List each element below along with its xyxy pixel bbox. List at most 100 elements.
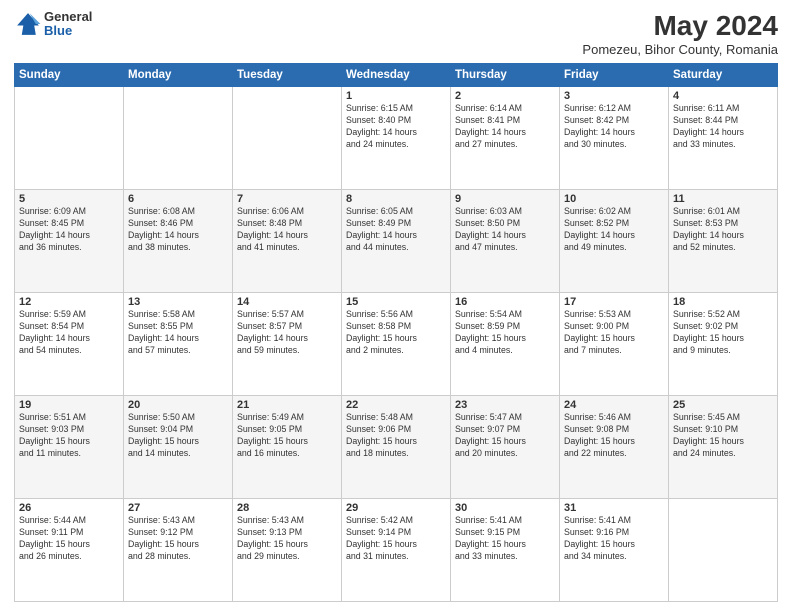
col-header-friday: Friday xyxy=(560,64,669,87)
day-cell: 1Sunrise: 6:15 AM Sunset: 8:40 PM Daylig… xyxy=(342,87,451,190)
day-cell: 4Sunrise: 6:11 AM Sunset: 8:44 PM Daylig… xyxy=(669,87,778,190)
day-info: Sunrise: 5:51 AM Sunset: 9:03 PM Dayligh… xyxy=(19,412,119,460)
day-cell: 5Sunrise: 6:09 AM Sunset: 8:45 PM Daylig… xyxy=(15,190,124,293)
day-info: Sunrise: 5:42 AM Sunset: 9:14 PM Dayligh… xyxy=(346,515,446,563)
logo-general: General xyxy=(44,10,92,24)
day-cell: 25Sunrise: 5:45 AM Sunset: 9:10 PM Dayli… xyxy=(669,396,778,499)
day-number: 3 xyxy=(564,90,664,102)
week-row-3: 12Sunrise: 5:59 AM Sunset: 8:54 PM Dayli… xyxy=(15,293,778,396)
day-number: 25 xyxy=(673,399,773,411)
week-row-4: 19Sunrise: 5:51 AM Sunset: 9:03 PM Dayli… xyxy=(15,396,778,499)
day-number: 15 xyxy=(346,296,446,308)
day-number: 23 xyxy=(455,399,555,411)
day-info: Sunrise: 6:12 AM Sunset: 8:42 PM Dayligh… xyxy=(564,103,664,151)
week-row-2: 5Sunrise: 6:09 AM Sunset: 8:45 PM Daylig… xyxy=(15,190,778,293)
day-info: Sunrise: 5:44 AM Sunset: 9:11 PM Dayligh… xyxy=(19,515,119,563)
week-row-5: 26Sunrise: 5:44 AM Sunset: 9:11 PM Dayli… xyxy=(15,499,778,602)
day-number: 20 xyxy=(128,399,228,411)
day-info: Sunrise: 5:45 AM Sunset: 9:10 PM Dayligh… xyxy=(673,412,773,460)
day-cell: 22Sunrise: 5:48 AM Sunset: 9:06 PM Dayli… xyxy=(342,396,451,499)
day-cell: 3Sunrise: 6:12 AM Sunset: 8:42 PM Daylig… xyxy=(560,87,669,190)
day-number: 13 xyxy=(128,296,228,308)
day-number: 12 xyxy=(19,296,119,308)
title-block: May 2024 Pomezeu, Bihor County, Romania xyxy=(582,10,778,57)
day-info: Sunrise: 5:48 AM Sunset: 9:06 PM Dayligh… xyxy=(346,412,446,460)
day-number: 8 xyxy=(346,193,446,205)
day-cell: 18Sunrise: 5:52 AM Sunset: 9:02 PM Dayli… xyxy=(669,293,778,396)
day-number: 24 xyxy=(564,399,664,411)
day-number: 26 xyxy=(19,502,119,514)
day-cell: 10Sunrise: 6:02 AM Sunset: 8:52 PM Dayli… xyxy=(560,190,669,293)
week-row-1: 1Sunrise: 6:15 AM Sunset: 8:40 PM Daylig… xyxy=(15,87,778,190)
day-number: 11 xyxy=(673,193,773,205)
day-number: 14 xyxy=(237,296,337,308)
logo-blue: Blue xyxy=(44,24,92,38)
col-header-monday: Monday xyxy=(124,64,233,87)
day-cell: 2Sunrise: 6:14 AM Sunset: 8:41 PM Daylig… xyxy=(451,87,560,190)
day-cell: 23Sunrise: 5:47 AM Sunset: 9:07 PM Dayli… xyxy=(451,396,560,499)
day-cell: 17Sunrise: 5:53 AM Sunset: 9:00 PM Dayli… xyxy=(560,293,669,396)
day-info: Sunrise: 6:06 AM Sunset: 8:48 PM Dayligh… xyxy=(237,206,337,254)
col-header-tuesday: Tuesday xyxy=(233,64,342,87)
day-number: 22 xyxy=(346,399,446,411)
logo-icon xyxy=(14,10,42,38)
day-info: Sunrise: 5:53 AM Sunset: 9:00 PM Dayligh… xyxy=(564,309,664,357)
day-info: Sunrise: 6:14 AM Sunset: 8:41 PM Dayligh… xyxy=(455,103,555,151)
col-header-wednesday: Wednesday xyxy=(342,64,451,87)
header: General Blue May 2024 Pomezeu, Bihor Cou… xyxy=(14,10,778,57)
day-cell xyxy=(669,499,778,602)
day-number: 17 xyxy=(564,296,664,308)
day-info: Sunrise: 5:46 AM Sunset: 9:08 PM Dayligh… xyxy=(564,412,664,460)
day-cell: 30Sunrise: 5:41 AM Sunset: 9:15 PM Dayli… xyxy=(451,499,560,602)
day-info: Sunrise: 6:08 AM Sunset: 8:46 PM Dayligh… xyxy=(128,206,228,254)
day-info: Sunrise: 6:15 AM Sunset: 8:40 PM Dayligh… xyxy=(346,103,446,151)
day-cell: 27Sunrise: 5:43 AM Sunset: 9:12 PM Dayli… xyxy=(124,499,233,602)
day-cell xyxy=(124,87,233,190)
day-info: Sunrise: 5:50 AM Sunset: 9:04 PM Dayligh… xyxy=(128,412,228,460)
day-number: 5 xyxy=(19,193,119,205)
day-cell: 13Sunrise: 5:58 AM Sunset: 8:55 PM Dayli… xyxy=(124,293,233,396)
day-number: 7 xyxy=(237,193,337,205)
logo: General Blue xyxy=(14,10,92,39)
day-cell: 20Sunrise: 5:50 AM Sunset: 9:04 PM Dayli… xyxy=(124,396,233,499)
col-header-thursday: Thursday xyxy=(451,64,560,87)
day-info: Sunrise: 5:52 AM Sunset: 9:02 PM Dayligh… xyxy=(673,309,773,357)
day-cell: 28Sunrise: 5:43 AM Sunset: 9:13 PM Dayli… xyxy=(233,499,342,602)
day-number: 18 xyxy=(673,296,773,308)
day-number: 1 xyxy=(346,90,446,102)
calendar-table: SundayMondayTuesdayWednesdayThursdayFrid… xyxy=(14,63,778,602)
day-cell: 7Sunrise: 6:06 AM Sunset: 8:48 PM Daylig… xyxy=(233,190,342,293)
day-cell: 11Sunrise: 6:01 AM Sunset: 8:53 PM Dayli… xyxy=(669,190,778,293)
col-header-saturday: Saturday xyxy=(669,64,778,87)
day-info: Sunrise: 6:11 AM Sunset: 8:44 PM Dayligh… xyxy=(673,103,773,151)
col-header-sunday: Sunday xyxy=(15,64,124,87)
day-cell: 8Sunrise: 6:05 AM Sunset: 8:49 PM Daylig… xyxy=(342,190,451,293)
day-info: Sunrise: 6:03 AM Sunset: 8:50 PM Dayligh… xyxy=(455,206,555,254)
day-info: Sunrise: 5:43 AM Sunset: 9:13 PM Dayligh… xyxy=(237,515,337,563)
day-number: 4 xyxy=(673,90,773,102)
day-cell: 14Sunrise: 5:57 AM Sunset: 8:57 PM Dayli… xyxy=(233,293,342,396)
header-row: SundayMondayTuesdayWednesdayThursdayFrid… xyxy=(15,64,778,87)
day-number: 21 xyxy=(237,399,337,411)
day-cell xyxy=(15,87,124,190)
day-cell: 24Sunrise: 5:46 AM Sunset: 9:08 PM Dayli… xyxy=(560,396,669,499)
day-info: Sunrise: 6:02 AM Sunset: 8:52 PM Dayligh… xyxy=(564,206,664,254)
day-cell: 16Sunrise: 5:54 AM Sunset: 8:59 PM Dayli… xyxy=(451,293,560,396)
day-info: Sunrise: 5:43 AM Sunset: 9:12 PM Dayligh… xyxy=(128,515,228,563)
page: General Blue May 2024 Pomezeu, Bihor Cou… xyxy=(0,0,792,612)
day-info: Sunrise: 5:41 AM Sunset: 9:15 PM Dayligh… xyxy=(455,515,555,563)
day-number: 19 xyxy=(19,399,119,411)
day-cell xyxy=(233,87,342,190)
day-cell: 31Sunrise: 5:41 AM Sunset: 9:16 PM Dayli… xyxy=(560,499,669,602)
day-number: 16 xyxy=(455,296,555,308)
day-number: 28 xyxy=(237,502,337,514)
day-cell: 9Sunrise: 6:03 AM Sunset: 8:50 PM Daylig… xyxy=(451,190,560,293)
day-cell: 6Sunrise: 6:08 AM Sunset: 8:46 PM Daylig… xyxy=(124,190,233,293)
day-info: Sunrise: 5:49 AM Sunset: 9:05 PM Dayligh… xyxy=(237,412,337,460)
day-cell: 21Sunrise: 5:49 AM Sunset: 9:05 PM Dayli… xyxy=(233,396,342,499)
day-number: 27 xyxy=(128,502,228,514)
day-number: 30 xyxy=(455,502,555,514)
day-info: Sunrise: 5:57 AM Sunset: 8:57 PM Dayligh… xyxy=(237,309,337,357)
day-cell: 19Sunrise: 5:51 AM Sunset: 9:03 PM Dayli… xyxy=(15,396,124,499)
day-info: Sunrise: 5:41 AM Sunset: 9:16 PM Dayligh… xyxy=(564,515,664,563)
